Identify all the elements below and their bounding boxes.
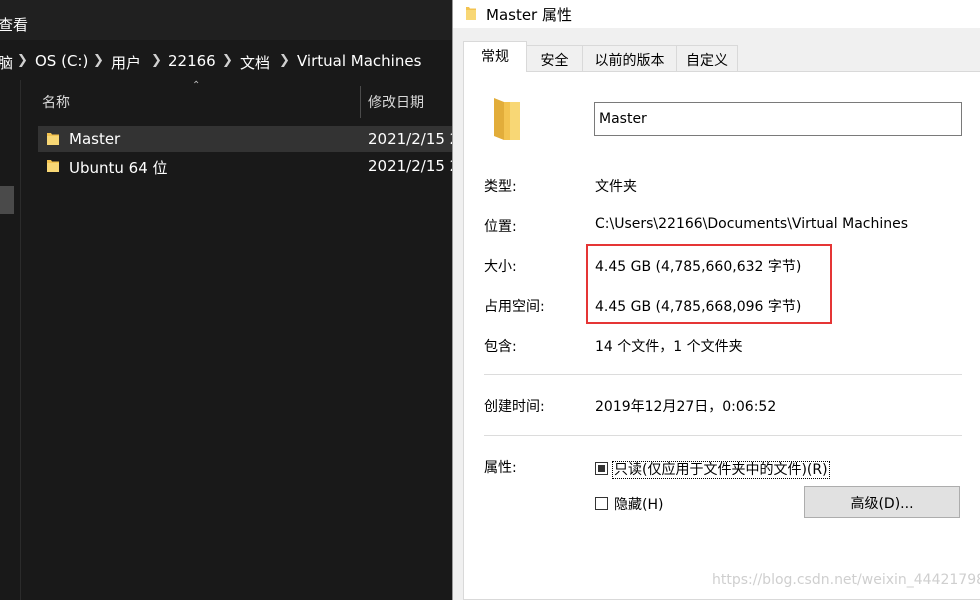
size-value: 4.45 GB (4,785,660,632 字节) xyxy=(595,259,802,275)
readonly-label-text: 只读(仅应用于文件夹中的文件)(R) xyxy=(612,461,830,479)
created-value: 2019年12月27日，0:06:52 xyxy=(595,399,777,415)
general-tab-panel: 类型: 文件夹 位置: C:\Users\22166\Documents\Vir… xyxy=(463,71,980,600)
breadcrumb-item-documents[interactable]: 文档 xyxy=(240,52,270,73)
dialog-title-bar[interactable]: Master 属性 xyxy=(453,0,980,28)
readonly-checkbox[interactable] xyxy=(595,462,608,475)
file-date: 2021/2/15 2 xyxy=(368,157,460,175)
breadcrumb-item-drive[interactable]: OS (C:) xyxy=(35,52,88,70)
created-label: 创建时间: xyxy=(484,399,545,415)
tab-security[interactable]: 安全 xyxy=(526,45,583,71)
location-label: 位置: xyxy=(484,219,517,235)
chevron-right-icon: ❯ xyxy=(17,53,28,68)
column-header-modified[interactable]: 修改日期 xyxy=(368,92,424,112)
contains-value: 14 个文件，1 个文件夹 xyxy=(595,339,743,355)
file-name: Ubuntu 64 位 xyxy=(69,159,168,177)
file-list: ⌃ 名称 修改日期 Master 2021/2/15 2 Ubuntu 64 位… xyxy=(22,80,459,600)
folder-icon xyxy=(465,6,477,25)
readonly-label[interactable]: 只读(仅应用于文件夹中的文件)(R) xyxy=(612,459,830,479)
location-value: C:\Users\22166\Documents\Virtual Machine… xyxy=(595,216,909,232)
watermark-text: https://blog.csdn.net/weixin_44421798 xyxy=(712,572,980,588)
divider xyxy=(484,435,962,436)
breadcrumb-item-user[interactable]: 22166 xyxy=(168,52,216,70)
sort-up-icon: ⌃ xyxy=(192,80,201,91)
disk-size-value: 4.45 GB (4,785,668,096 字节) xyxy=(595,299,802,315)
chevron-right-icon: ❯ xyxy=(93,53,104,68)
contains-label: 包含: xyxy=(484,339,517,355)
indeterminate-mark xyxy=(598,465,605,472)
nav-selected-item[interactable] xyxy=(0,186,14,214)
size-label: 大小: xyxy=(484,259,517,275)
chevron-right-icon: ❯ xyxy=(279,53,290,68)
folder-icon xyxy=(46,131,60,150)
file-row-master[interactable]: Master 2021/2/15 2 xyxy=(38,126,459,152)
address-breadcrumb[interactable]: 脑 ❯ OS (C:) ❯ 用户 ❯ 22166 ❯ 文档 ❯ Virtual … xyxy=(0,46,452,79)
column-divider[interactable] xyxy=(360,86,361,118)
chevron-right-icon: ❯ xyxy=(151,53,162,68)
column-header-name[interactable]: 名称 xyxy=(42,92,70,112)
divider xyxy=(484,374,962,375)
tab-previous-versions[interactable]: 以前的版本 xyxy=(582,45,677,71)
file-explorer-window: 查看 脑 ❯ OS (C:) ❯ 用户 ❯ 22166 ❯ 文档 ❯ Virtu… xyxy=(0,0,459,600)
type-value: 文件夹 xyxy=(595,179,637,195)
file-row-ubuntu[interactable]: Ubuntu 64 位 2021/2/15 2 xyxy=(38,153,459,179)
hidden-checkbox[interactable] xyxy=(595,497,608,510)
folder-name-input[interactable] xyxy=(594,102,962,136)
navigation-pane[interactable] xyxy=(0,80,21,600)
disk-size-label: 占用空间: xyxy=(484,299,545,315)
tab-customize[interactable]: 自定义 xyxy=(676,45,738,71)
folder-icon xyxy=(46,158,60,177)
dialog-title: Master 属性 xyxy=(486,6,572,24)
file-date: 2021/2/15 2 xyxy=(368,130,460,148)
file-name: Master xyxy=(69,130,121,148)
breadcrumb-item-users[interactable]: 用户 xyxy=(111,52,141,73)
hidden-label[interactable]: 隐藏(H) xyxy=(614,494,663,514)
folder-icon xyxy=(492,96,522,148)
type-label: 类型: xyxy=(484,179,517,195)
explorer-menu-bar: 查看 xyxy=(0,0,452,40)
tab-general[interactable]: 常规 xyxy=(463,41,527,72)
breadcrumb-item-virtual-machines[interactable]: Virtual Machines xyxy=(297,52,421,70)
properties-dialog: Master 属性 常规 安全 以前的版本 自定义 类型: 文件夹 位置: C:… xyxy=(452,0,980,600)
breadcrumb-item-pc[interactable]: 脑 xyxy=(0,52,13,73)
attributes-label: 属性: xyxy=(484,460,517,476)
menu-tab-view[interactable]: 查看 xyxy=(0,14,28,35)
chevron-right-icon: ❯ xyxy=(222,53,233,68)
advanced-button[interactable]: 高级(D)... xyxy=(804,486,960,518)
